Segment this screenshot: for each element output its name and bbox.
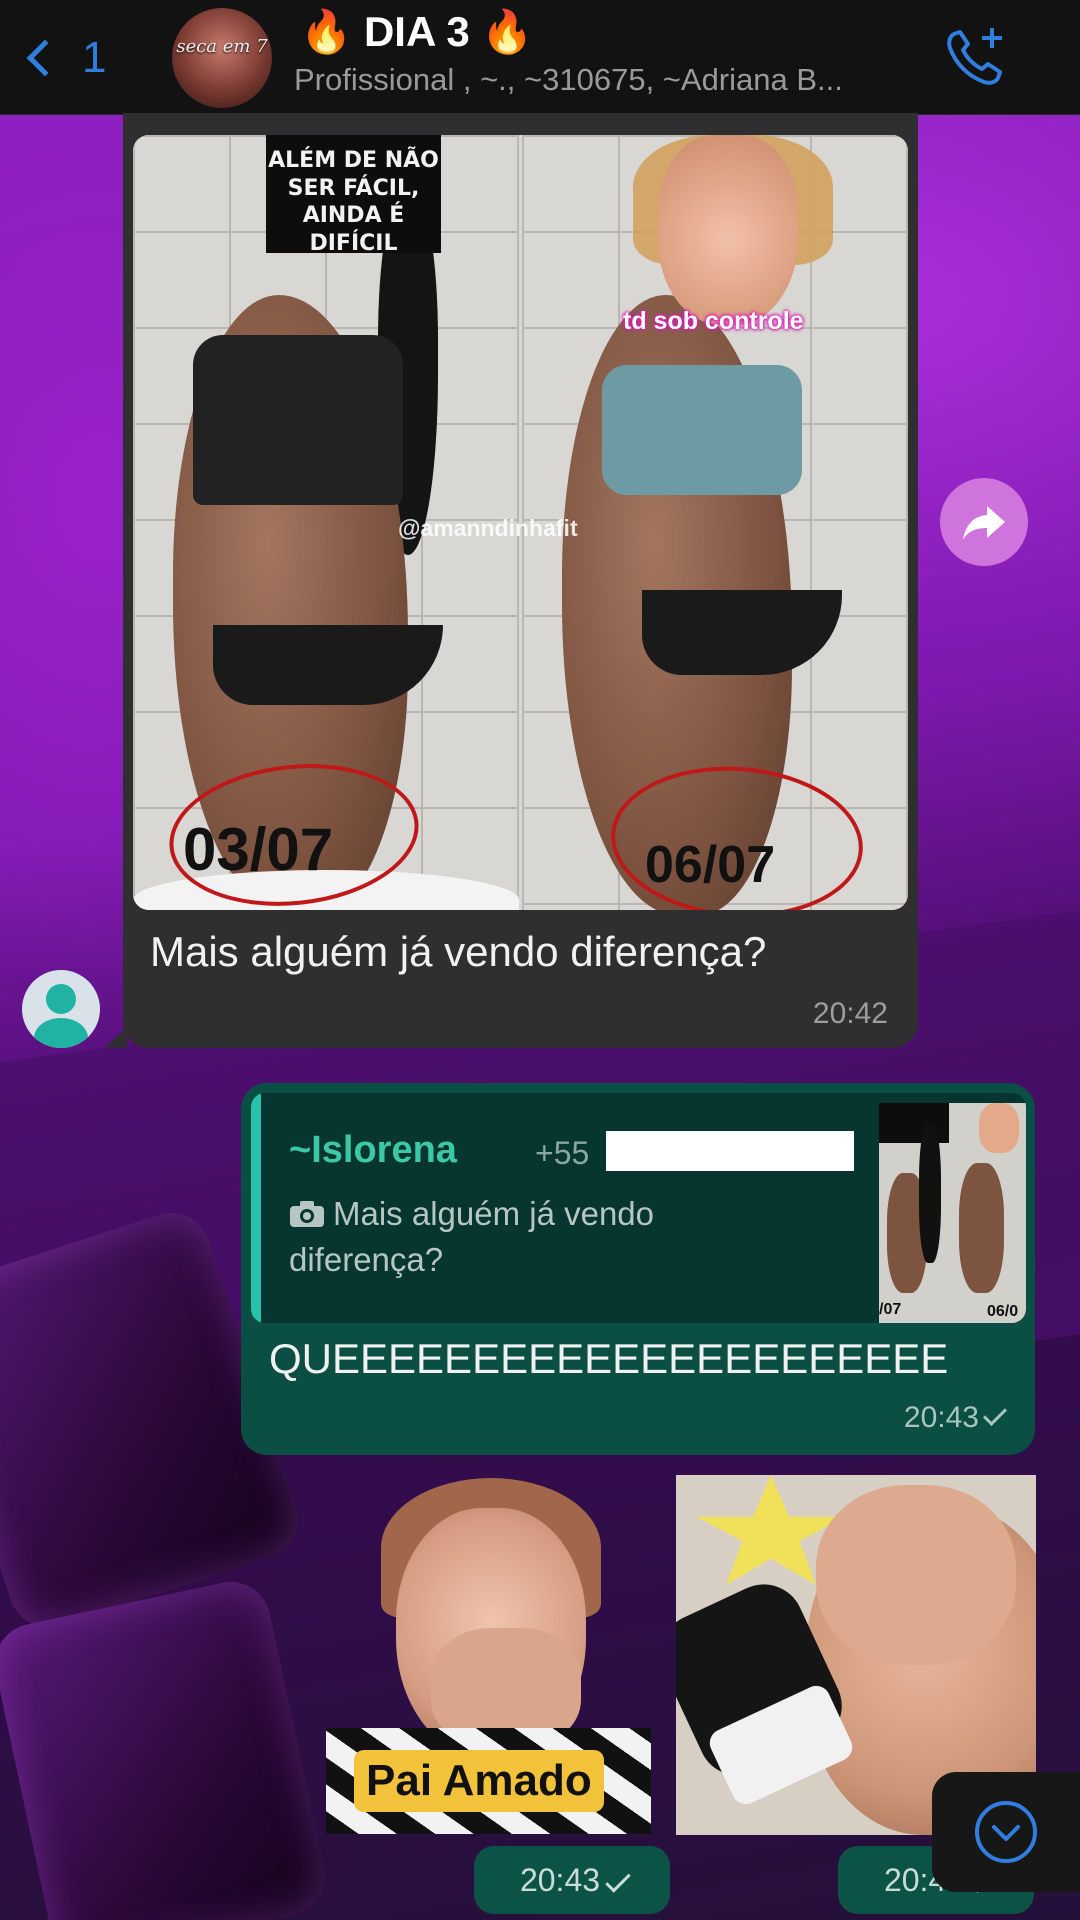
photo-top [193, 335, 403, 505]
quote-text: Mais alguém já vendo diferença? [289, 1191, 719, 1282]
back-button[interactable]: 1 [22, 28, 122, 88]
avatar-head [46, 984, 76, 1014]
photo-top [602, 365, 802, 495]
quote-sender-phone: +55 [535, 1135, 590, 1171]
sticker-time: 20:43 [474, 1846, 670, 1914]
avatar-torso [34, 1018, 88, 1048]
quote-sender-name: ~Islorena [289, 1129, 457, 1171]
message-text: Mais alguém já vendo diferença? [150, 928, 767, 975]
thumb-body [959, 1163, 1004, 1293]
bubble-tail [105, 1026, 127, 1048]
group-avatar[interactable]: seca em 7 [172, 8, 272, 108]
quote-text-content: Mais alguém já vendo diferença? [289, 1195, 655, 1278]
forward-button[interactable] [940, 478, 1028, 566]
photo-bikini [213, 625, 443, 705]
sent-check-icon [982, 1401, 1008, 1427]
quote-thumbnail: /07 06/0 [879, 1103, 1026, 1323]
quoted-message[interactable]: ~Islorena +55 Mais alguém já vendo difer… [251, 1093, 1026, 1323]
sticker-label: Pai Amado [354, 1750, 604, 1812]
chat-header: 1 seca em 7 🔥 DIA 3 🔥 Profissional , ~.,… [0, 0, 1080, 115]
photo-caption-overlay: ALÉM DE NÃO SER FÁCIL, AINDA É DIFÍCIL [266, 135, 441, 256]
photo-bikini [642, 590, 842, 675]
quote-accent-bar [251, 1093, 261, 1323]
message-text: QUEEEEEEEEEEEEEEEEEEEEEE [269, 1335, 949, 1382]
add-call-button[interactable] [940, 22, 1010, 92]
photo-sticker-text: td sob controle [623, 307, 804, 335]
thumb-date-left: /07 [879, 1301, 902, 1318]
message-time: 20:43 [519, 1861, 601, 1898]
message-photo[interactable]: ALÉM DE NÃO SER FÁCIL, AINDA É DIFÍCIL t… [133, 135, 908, 910]
dumbbell-decoration [0, 1574, 333, 1920]
thumb-date-right: 06/0 [987, 1303, 1019, 1320]
sent-check-icon [605, 1867, 631, 1893]
doll-sticker-face [658, 135, 798, 325]
phone-plus-icon [947, 28, 1002, 85]
camera-icon [290, 1201, 324, 1227]
forward-icon [963, 506, 1005, 540]
incoming-message[interactable]: ALÉM DE NÃO SER FÁCIL, AINDA É DIFÍCIL t… [105, 113, 918, 1048]
scroll-to-bottom-button[interactable] [932, 1772, 1080, 1892]
redaction-box [606, 1131, 854, 1171]
photo-date-after: 06/07 [645, 836, 776, 894]
sticker-hand [816, 1485, 1016, 1665]
chevron-left-icon [26, 39, 64, 77]
message-time-status: 20:43 [903, 1401, 1008, 1435]
chat-title[interactable]: 🔥 DIA 3 🔥 [300, 8, 534, 57]
sender-avatar[interactable] [22, 970, 100, 1048]
photo-date-before: 03/07 [183, 816, 334, 883]
message-time: 20:42 [812, 997, 888, 1030]
photo-watermark: @amanndinhafit [398, 515, 578, 541]
thumb-caption [879, 1103, 949, 1143]
thumb-doll [979, 1103, 1019, 1153]
message-time: 20:43 [903, 1401, 979, 1434]
chevron-down-icon [975, 1801, 1037, 1863]
thumb-hair [919, 1123, 941, 1263]
group-avatar-text: seca em 7 [176, 36, 268, 57]
outgoing-message[interactable]: ~Islorena +55 Mais alguém já vendo difer… [241, 1083, 1035, 1455]
sticker-message[interactable]: Pai Amado [326, 1478, 651, 1834]
unread-count: 1 [82, 33, 107, 82]
chat-participants[interactable]: Profissional , ~., ~310675, ~Adriana B..… [294, 62, 934, 98]
